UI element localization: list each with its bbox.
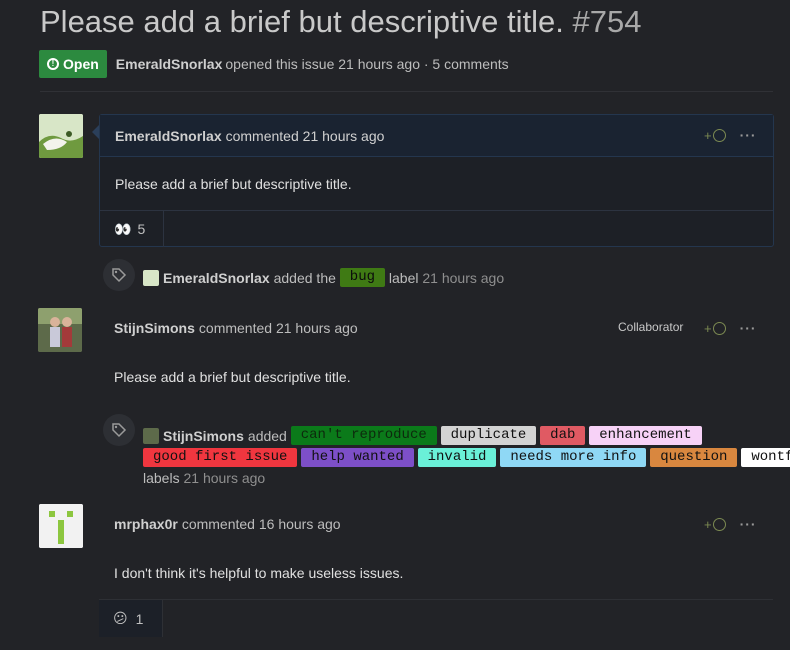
confused-face-icon: 😕 xyxy=(113,610,128,626)
event-time[interactable]: 21 hours ago xyxy=(422,270,504,286)
comment-header: mrphax0r commented 16 hours ago xyxy=(114,516,341,532)
reactions-bar: 👀 5 xyxy=(100,210,773,247)
status-label: Open xyxy=(63,56,99,72)
add-reaction-button[interactable]: + xyxy=(704,128,726,143)
issue-number: #754 xyxy=(572,4,642,39)
tag-icon xyxy=(103,414,135,446)
comment-actions: + ··· xyxy=(704,320,757,336)
comment-time[interactable]: 21 hours ago xyxy=(276,320,358,336)
more-options-button[interactable]: ··· xyxy=(740,127,757,143)
event-actor-link[interactable]: EmeraldSnorlax xyxy=(163,270,270,286)
reaction-eyes-button[interactable]: 👀 5 xyxy=(100,211,164,247)
eyes-icon: 👀 xyxy=(114,220,132,237)
comment-actions: + ··· xyxy=(704,516,757,532)
avatar[interactable] xyxy=(143,427,159,444)
issue-title: Please add a brief but descriptive title… xyxy=(40,4,641,40)
collaborator-badge: Collaborator xyxy=(618,320,684,334)
comment-header: StijnSimons commented 21 hours ago xyxy=(114,320,358,336)
plus-icon: + xyxy=(704,320,712,336)
label-question[interactable]: question xyxy=(650,448,738,467)
event-text: added xyxy=(247,427,287,444)
comment-box: EmeraldSnorlax commented 21 hours ago Pl… xyxy=(92,114,774,247)
label-cant-reproduce[interactable]: can't reproduce xyxy=(290,426,437,445)
comment-verb: commented xyxy=(198,320,273,336)
comment-time[interactable]: 16 hours ago xyxy=(259,516,341,532)
event-text-post: label xyxy=(388,269,419,286)
labels-event: StijnSimons added can't reproduce duplic… xyxy=(143,426,702,445)
divider xyxy=(99,599,773,600)
label-dab[interactable]: dab xyxy=(540,426,586,445)
issue-author-link[interactable]: EmeraldSnorlax xyxy=(116,56,223,72)
issue-meta: ! Open EmeraldSnorlax opened this issue … xyxy=(39,50,509,78)
label-help-wanted[interactable]: help wanted xyxy=(301,448,414,467)
status-badge: ! Open xyxy=(39,50,107,78)
tag-icon xyxy=(103,259,135,291)
event-text-post: labels xyxy=(143,470,180,486)
comment-body: Please add a brief but descriptive title… xyxy=(115,176,352,192)
event-actor-link[interactable]: StijnSimons xyxy=(163,428,244,444)
comment-actions: + ··· xyxy=(704,127,757,143)
reaction-confused-button[interactable]: 😕 1 xyxy=(99,600,163,637)
comment-verb: commented xyxy=(225,127,299,144)
avatar[interactable] xyxy=(39,114,83,158)
labels-event-row-2: good first issue help wanted invalid nee… xyxy=(143,448,790,467)
comment-body: I don't think it's helpful to make usele… xyxy=(114,565,404,581)
issue-open-icon: ! xyxy=(47,58,59,70)
comment-body: Please add a brief but descriptive title… xyxy=(114,369,351,385)
label-needs-more-info[interactable]: needs more info xyxy=(500,448,647,467)
plus-icon: + xyxy=(704,127,712,143)
more-options-button[interactable]: ··· xyxy=(740,320,757,336)
reaction-count: 5 xyxy=(137,221,146,237)
event-text: added the xyxy=(273,269,336,286)
label-bug[interactable]: bug xyxy=(339,268,386,287)
avatar-image xyxy=(39,114,83,158)
label-enhancement[interactable]: enhancement xyxy=(589,426,702,445)
comment-author-link[interactable]: StijnSimons xyxy=(114,320,195,336)
labels-event-row-3: labels 21 hours ago xyxy=(143,470,265,486)
comment-author-link[interactable]: EmeraldSnorlax xyxy=(115,128,222,144)
event-time[interactable]: 21 hours ago xyxy=(183,470,265,486)
label-good-first-issue[interactable]: good first issue xyxy=(143,448,298,467)
issue-opened-text: opened this issue 21 hours ago · 5 comme… xyxy=(225,56,509,72)
avatar-image xyxy=(39,504,83,548)
add-reaction-button[interactable]: + xyxy=(704,321,726,336)
smiley-icon xyxy=(712,321,726,335)
label-invalid[interactable]: invalid xyxy=(417,448,497,467)
avatar[interactable] xyxy=(38,308,82,352)
smiley-icon xyxy=(712,128,726,142)
avatar[interactable] xyxy=(39,504,83,548)
add-reaction-button[interactable]: + xyxy=(704,517,726,532)
comment-header: EmeraldSnorlax commented 21 hours ago xyxy=(100,115,773,157)
label-wontfix[interactable]: wontfix xyxy=(741,448,790,467)
comment-time[interactable]: 21 hours ago xyxy=(303,128,385,144)
comment-author-link[interactable]: mrphax0r xyxy=(114,516,178,532)
plus-icon: + xyxy=(704,516,712,532)
issue-title-text: Please add a brief but descriptive title… xyxy=(40,4,564,39)
label-event: EmeraldSnorlax added the bug label 21 ho… xyxy=(143,268,504,287)
label-duplicate[interactable]: duplicate xyxy=(440,426,537,445)
avatar-image xyxy=(38,308,82,352)
divider xyxy=(40,91,773,92)
reaction-count: 1 xyxy=(135,610,144,627)
avatar[interactable] xyxy=(143,269,159,286)
smiley-icon xyxy=(712,517,726,531)
comment-verb: commented xyxy=(181,516,255,532)
more-options-button[interactable]: ··· xyxy=(740,516,757,532)
